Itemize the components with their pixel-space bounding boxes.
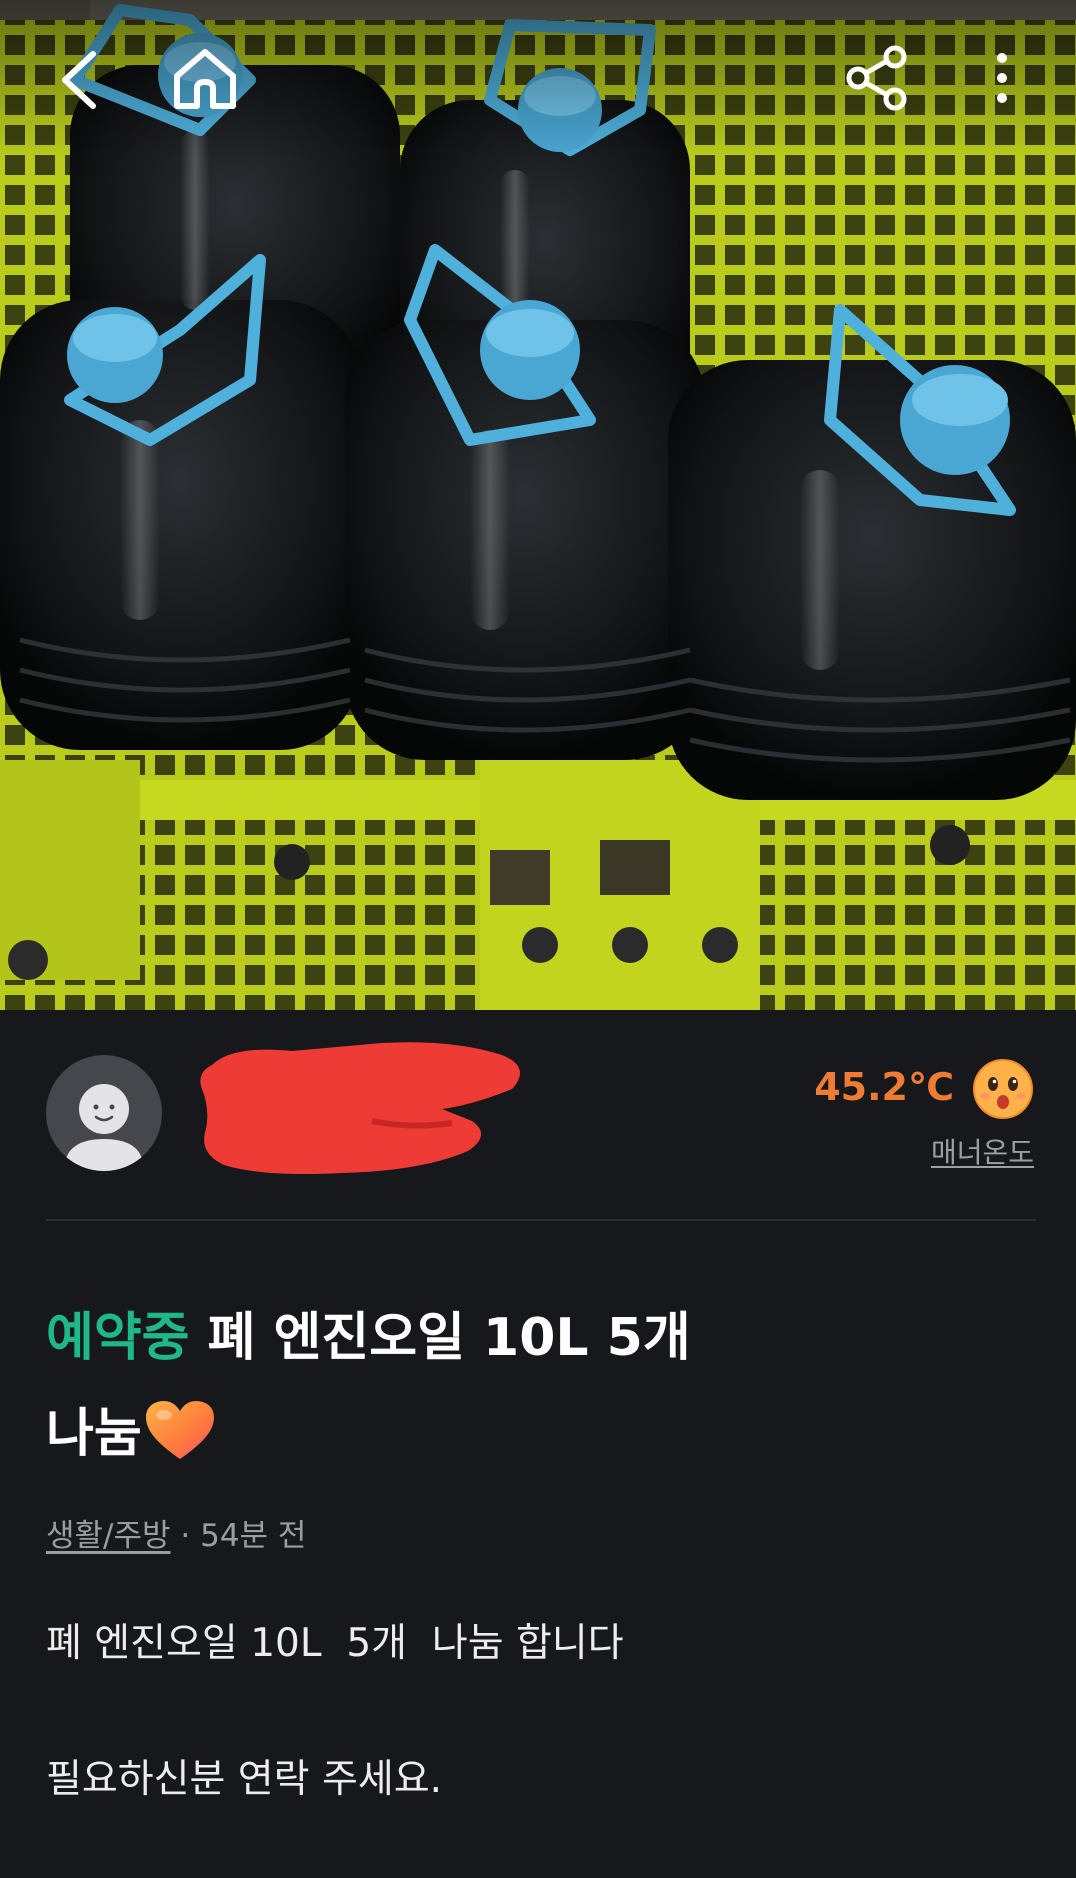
post-body: 폐 엔진오일 10L 5개 나눔 합니다 필요하신분 연락 주세요. bbox=[46, 1620, 1036, 1804]
time-ago: 54분 전 bbox=[200, 1518, 307, 1554]
default-avatar-icon bbox=[64, 1084, 144, 1171]
seller-name[interactable] bbox=[186, 1069, 426, 1119]
post-meta: 생활/주방 · 54분 전 bbox=[46, 1510, 306, 1555]
more-vertical-icon bbox=[997, 53, 1007, 103]
surprised-face-icon bbox=[973, 1059, 1033, 1119]
product-image bbox=[0, 0, 1076, 1010]
manner-temperature[interactable]: 45.2℃ 매너온도 bbox=[796, 1055, 1036, 1175]
home-button[interactable] bbox=[160, 36, 250, 122]
share-button[interactable] bbox=[838, 38, 918, 118]
seller-avatar[interactable] bbox=[46, 1055, 162, 1171]
section-divider bbox=[46, 1219, 1036, 1221]
post-title: 예약중 폐 엔진오일 10L 5개 나눔 bbox=[46, 1290, 1036, 1482]
manner-temp-label[interactable]: 매너온도 bbox=[931, 1131, 1034, 1171]
status-badge: 예약중 bbox=[46, 1308, 190, 1368]
title-text: 폐 엔진오일 10L 5개 bbox=[207, 1308, 691, 1368]
back-button[interactable] bbox=[44, 40, 114, 120]
manner-temp-value: 45.2℃ bbox=[814, 1065, 954, 1109]
category-link[interactable]: 생활/주방 bbox=[46, 1518, 171, 1554]
orange-heart-icon bbox=[145, 1401, 214, 1459]
body-line-2: 필요하신분 연락 주세요. bbox=[46, 1757, 442, 1802]
home-icon bbox=[174, 49, 236, 109]
more-button[interactable] bbox=[982, 38, 1022, 118]
body-line-1: 폐 엔진오일 10L 5개 나눔 합니다 bbox=[46, 1621, 624, 1666]
product-detail-page: 45.2℃ 매너온도 예약중 폐 엔진오일 10L 5개 나눔 생활/주방 · … bbox=[0, 0, 1076, 1878]
title-text-2: 나눔 bbox=[46, 1404, 142, 1464]
title-line-1: 예약중 폐 엔진오일 10L 5개 bbox=[46, 1290, 1036, 1386]
share-icon bbox=[846, 45, 907, 111]
seller-profile: 45.2℃ 매너온도 bbox=[46, 1042, 1036, 1175]
title-line-2: 나눔 bbox=[46, 1386, 1036, 1482]
product-photo[interactable] bbox=[0, 0, 1076, 1010]
meta-separator: · bbox=[170, 1518, 201, 1554]
back-arrow-icon bbox=[62, 51, 96, 109]
